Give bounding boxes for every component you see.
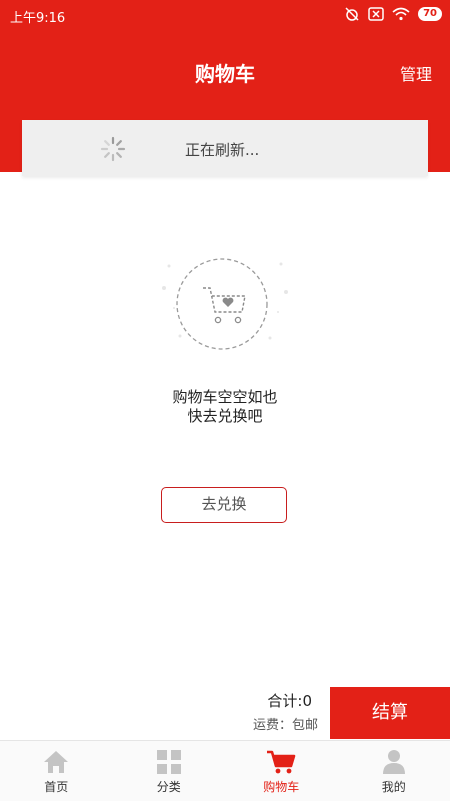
alarm-off-icon	[344, 6, 360, 22]
tab-home[interactable]: 首页	[0, 741, 113, 801]
refresh-text: 正在刷新...	[185, 139, 259, 160]
status-bar: 上午9:16 70	[0, 0, 450, 30]
tab-profile-label: 我的	[338, 778, 450, 795]
tab-category-label: 分类	[113, 778, 226, 795]
loading-spinner-icon	[100, 136, 126, 162]
cart-icon	[266, 749, 296, 775]
battery-indicator: 70	[418, 7, 442, 21]
wifi-icon	[392, 7, 410, 21]
sim-off-icon	[368, 7, 384, 21]
tab-cart[interactable]: 购物车	[225, 741, 338, 801]
empty-cart-message: 购物车空空如也 快去兑换吧	[0, 388, 450, 426]
cart-total: 合计:0	[267, 690, 312, 711]
refresh-indicator: 正在刷新...	[22, 120, 428, 176]
empty-message-line1: 购物车空空如也	[0, 388, 450, 407]
home-icon	[42, 749, 70, 775]
tab-profile[interactable]: 我的	[338, 741, 450, 801]
status-icons: 70	[344, 6, 442, 22]
category-icon	[156, 749, 182, 775]
bottom-tab-bar: 首页 分类 购物车 我的	[0, 740, 450, 801]
tab-category[interactable]: 分类	[113, 741, 226, 801]
page-title: 购物车	[0, 58, 450, 87]
tab-cart-label: 购物车	[225, 778, 338, 795]
profile-icon	[382, 749, 406, 775]
empty-cart-icon	[160, 250, 290, 360]
shipping-info: 运费：包邮	[253, 714, 318, 733]
manage-button[interactable]: 管理	[400, 61, 432, 85]
status-time: 上午9:16	[10, 7, 65, 26]
empty-message-line2: 快去兑换吧	[0, 407, 450, 426]
checkout-button[interactable]: 结算	[330, 687, 450, 739]
go-exchange-button[interactable]: 去兑换	[161, 487, 287, 523]
tab-home-label: 首页	[0, 778, 113, 795]
